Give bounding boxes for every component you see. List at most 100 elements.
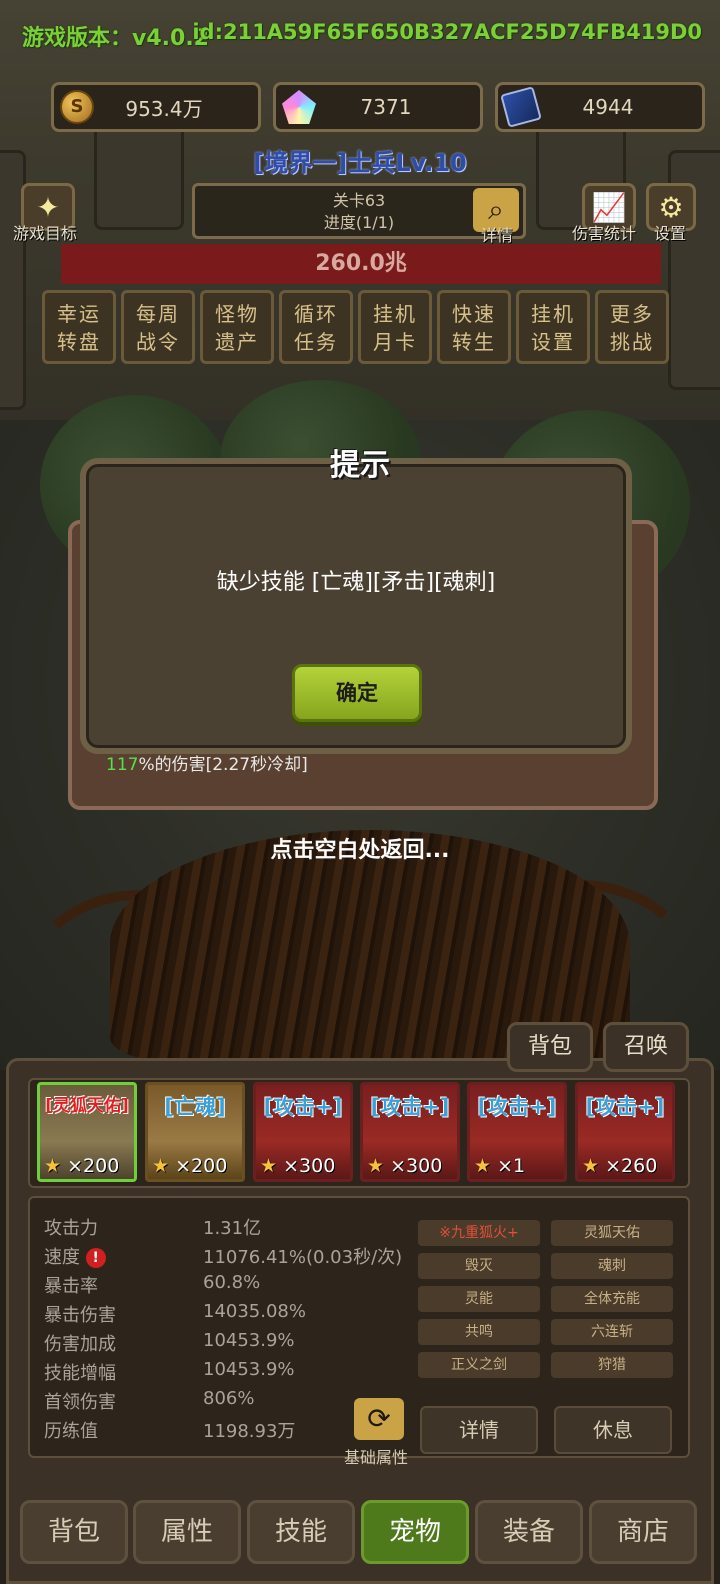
stat-value: 10453.9% bbox=[203, 1330, 295, 1351]
feature-idle-settings[interactable]: 挂机 设置 bbox=[516, 290, 590, 364]
pet-rest-button[interactable]: 休息 bbox=[554, 1406, 672, 1454]
card-icon bbox=[500, 86, 542, 128]
feature-label: 幸运 bbox=[57, 302, 101, 326]
pet-name: [攻击+] bbox=[370, 1095, 450, 1119]
stat-label: 首领伤害 bbox=[44, 1392, 116, 1413]
nav-shop[interactable]: 商店 bbox=[589, 1500, 697, 1564]
coin-icon: S bbox=[60, 90, 94, 124]
nav-attributes[interactable]: 属性 bbox=[133, 1500, 241, 1564]
star-icon: ★ bbox=[474, 1155, 492, 1177]
settings-label: 设置 bbox=[654, 224, 687, 243]
dialog-title: 提示 bbox=[330, 448, 390, 483]
feature-label: 转生 bbox=[452, 330, 496, 354]
star-icon: ★ bbox=[44, 1155, 62, 1177]
feature-monster-legacy[interactable]: 怪物 遗产 bbox=[200, 290, 274, 364]
pet-card[interactable]: [攻击+] ★ ×260 bbox=[575, 1082, 675, 1182]
stat-label: 伤害加成 bbox=[44, 1334, 116, 1355]
pet-count-value: ×300 bbox=[390, 1155, 443, 1177]
pet-count-value: ×200 bbox=[67, 1155, 120, 1177]
nav-bag[interactable]: 背包 bbox=[20, 1500, 128, 1564]
bag-tab[interactable]: 背包 bbox=[507, 1022, 593, 1072]
warning-icon[interactable]: ! bbox=[85, 1248, 106, 1268]
pet-count-value: ×1 bbox=[497, 1155, 526, 1177]
pet-count: ★ ×260 bbox=[582, 1155, 657, 1177]
feature-label: 更多 bbox=[610, 302, 654, 326]
stat-value: 1.31亿 bbox=[203, 1218, 262, 1239]
pet-card[interactable]: [亡魂] ★ ×200 bbox=[145, 1082, 245, 1182]
skill-tag[interactable]: ※九重狐火+ bbox=[418, 1220, 540, 1246]
feature-label: 月卡 bbox=[373, 330, 417, 354]
pet-name: [攻击+] bbox=[585, 1095, 665, 1119]
stat-value: 1198.93万 bbox=[203, 1421, 296, 1442]
crystals-value: 7371 bbox=[360, 95, 412, 119]
feature-label: 遗产 bbox=[215, 330, 259, 354]
skill-tag[interactable]: 毁灭 bbox=[418, 1253, 540, 1279]
resource-cards: 4944 bbox=[495, 82, 705, 132]
resource-crystals: 7371 bbox=[273, 82, 483, 132]
pet-card[interactable]: [攻击+] ★ ×1 bbox=[467, 1082, 567, 1182]
coins-value: 953.4万 bbox=[125, 96, 203, 121]
skill-desc-truncated bbox=[106, 778, 626, 788]
stage-details-label: 详情 bbox=[481, 226, 514, 245]
feature-quick-rebirth[interactable]: 快速 转生 bbox=[437, 290, 511, 364]
skill-tag[interactable]: 魂刺 bbox=[551, 1253, 673, 1279]
pet-name: [攻击+] bbox=[263, 1095, 343, 1119]
confirm-button[interactable]: 确定 bbox=[292, 664, 422, 722]
summon-tab[interactable]: 召唤 bbox=[603, 1022, 689, 1072]
skill-tag[interactable]: 狩猎 bbox=[551, 1352, 673, 1378]
refresh-icon[interactable]: ⟳ bbox=[354, 1398, 404, 1440]
damage-cooldown: %的伤害[2.27秒冷却] bbox=[138, 755, 308, 775]
pet-count: ★ ×1 bbox=[474, 1155, 525, 1177]
feature-label: 循环 bbox=[294, 302, 338, 326]
feature-label: 挑战 bbox=[610, 330, 654, 354]
pet-card[interactable]: [攻击+] ★ ×300 bbox=[360, 1082, 460, 1182]
feature-idle-monthly[interactable]: 挂机 月卡 bbox=[358, 290, 432, 364]
stat-value: 806% bbox=[203, 1388, 255, 1409]
nav-pets[interactable]: 宠物 bbox=[361, 1500, 469, 1564]
skill-tag[interactable]: 共鸣 bbox=[418, 1319, 540, 1345]
feature-label: 快速 bbox=[452, 302, 496, 326]
pet-count: ★ ×200 bbox=[44, 1155, 119, 1177]
stage-info[interactable]: 关卡63 进度(1/1) ⌕ bbox=[192, 183, 526, 239]
skill-tag[interactable]: 六连斩 bbox=[551, 1319, 673, 1345]
feature-weekly-pass[interactable]: 每周 战令 bbox=[121, 290, 195, 364]
nav-equipment[interactable]: 装备 bbox=[475, 1500, 583, 1564]
resource-coins: S 953.4万 bbox=[51, 82, 261, 132]
pet-count-value: ×260 bbox=[605, 1155, 658, 1177]
boss-hp-bar: 260.0兆 bbox=[61, 244, 661, 284]
feature-label: 挂机 bbox=[373, 302, 417, 326]
feature-lucky-wheel[interactable]: 幸运 转盘 bbox=[42, 290, 116, 364]
feature-label: 转盘 bbox=[57, 330, 101, 354]
sparkle-icon: ✦ bbox=[36, 190, 60, 224]
pet-count: ★ ×200 bbox=[152, 1155, 227, 1177]
skill-tag[interactable]: 全体充能 bbox=[551, 1286, 673, 1312]
star-icon: ★ bbox=[582, 1155, 600, 1177]
feature-cycle-tasks[interactable]: 循环 任务 bbox=[279, 290, 353, 364]
feature-more-challenges[interactable]: 更多 挑战 bbox=[595, 290, 669, 364]
pet-details-button[interactable]: 详情 bbox=[420, 1406, 538, 1454]
feature-label: 任务 bbox=[294, 330, 338, 354]
pet-card[interactable]: [灵狐天佑] ★ ×200 bbox=[37, 1082, 137, 1182]
stat-label-text: 速度 bbox=[44, 1247, 80, 1268]
pet-card[interactable]: [攻击+] ★ ×300 bbox=[253, 1082, 353, 1182]
feature-label: 挂机 bbox=[531, 302, 575, 326]
game-goal-label: 游戏目标 bbox=[13, 224, 78, 243]
gear-icon: ⚙ bbox=[658, 190, 684, 224]
skill-tag[interactable]: 灵能 bbox=[418, 1286, 540, 1312]
player-rank: [境界一]士兵Lv.10 bbox=[253, 149, 467, 177]
skill-tag[interactable]: 灵狐天佑 bbox=[551, 1220, 673, 1246]
stat-label: 速度 ! bbox=[44, 1243, 106, 1269]
skill-tag[interactable]: 正义之剑 bbox=[418, 1352, 540, 1378]
nav-skills[interactable]: 技能 bbox=[247, 1500, 355, 1564]
dialog-message: 缺少技能 [亡魂][矛击][魂刺] bbox=[216, 570, 496, 595]
pet-count-value: ×200 bbox=[175, 1155, 228, 1177]
star-icon: ★ bbox=[152, 1155, 170, 1177]
feature-label: 设置 bbox=[531, 330, 575, 354]
chart-icon: 📈 bbox=[591, 190, 627, 224]
stat-label: 历练值 bbox=[44, 1421, 98, 1442]
damage-stats-label: 伤害统计 bbox=[572, 224, 637, 243]
game-version: 游戏版本：v4.0.2 bbox=[22, 26, 209, 51]
cards-value: 4944 bbox=[582, 95, 634, 119]
dismiss-hint: 点击空白处返回... bbox=[270, 838, 450, 863]
stat-value: 10453.9% bbox=[203, 1359, 295, 1380]
